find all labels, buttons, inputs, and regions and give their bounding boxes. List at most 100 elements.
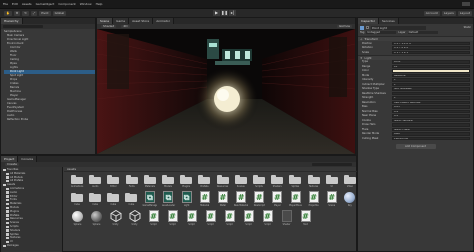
tab-hierarchy[interactable]: Hierarchy <box>1 18 23 24</box>
field-value[interactable]: Use Quality Settings <box>392 100 470 104</box>
pause-icon[interactable]: ❚❚ <box>221 10 228 16</box>
field-value[interactable]: X 1 Y 1 Z 1 <box>392 50 470 54</box>
menu-item[interactable]: GameObject <box>36 2 55 6</box>
scale-tool-icon[interactable]: ⤢ <box>30 10 38 16</box>
asset-item[interactable]: # PlayerMove <box>288 191 302 207</box>
field-value[interactable]: 0.2 <box>392 114 470 118</box>
2d-toggle[interactable]: 2D <box>121 24 130 29</box>
hand-tool-icon[interactable]: ✋ <box>4 10 12 16</box>
asset-item[interactable]: # Script <box>146 210 161 226</box>
layer-dropdown[interactable]: Default <box>407 30 438 35</box>
tab-inspector[interactable]: Inspector <box>358 18 379 24</box>
asset-item[interactable]: # Script <box>260 210 275 226</box>
menu-item[interactable]: Assets <box>22 2 32 6</box>
field-value[interactable]: 1 <box>392 78 470 82</box>
global-toggle[interactable]: Global <box>52 10 67 16</box>
asset-item[interactable]: Models <box>161 175 175 188</box>
asset-item[interactable]: Materials <box>143 175 157 188</box>
asset-item[interactable]: # Script <box>241 210 256 226</box>
step-icon[interactable]: ▸| <box>229 10 236 16</box>
scene-viewport[interactable] <box>97 29 355 154</box>
asset-item[interactable]: # NewScript <box>252 191 266 207</box>
asset-item[interactable]: Shader <box>279 210 294 226</box>
field-value[interactable]: Soft Shadows <box>392 87 470 91</box>
asset-item[interactable]: Editor <box>106 175 120 188</box>
field-value[interactable] <box>392 69 470 73</box>
layout-dropdown[interactable]: Layout <box>457 10 472 16</box>
active-checkbox[interactable] <box>366 26 369 29</box>
asset-item[interactable]: Cube <box>106 192 120 206</box>
asset-item[interactable]: UI <box>325 175 339 188</box>
asset-item[interactable]: Video <box>343 175 357 188</box>
rotate-tool-icon[interactable]: ↻ <box>22 10 29 16</box>
asset-item[interactable]: Audio <box>88 175 102 188</box>
asset-item[interactable]: # Text <box>298 210 313 226</box>
asset-item[interactable]: # Metal <box>216 191 230 207</box>
field-value[interactable]: 10 <box>392 64 470 68</box>
field-value[interactable]: Point <box>392 60 470 64</box>
asset-item[interactable]: # Script <box>165 210 180 226</box>
asset-item[interactable]: Sprites <box>288 175 302 188</box>
field-value[interactable]: Everything <box>392 136 470 140</box>
asset-item[interactable]: Cube <box>70 192 84 206</box>
asset-item[interactable]: Scripts <box>252 175 266 188</box>
asset-item[interactable]: # Script <box>203 210 218 226</box>
asset-item[interactable]: # New Material <box>234 191 248 207</box>
menu-item[interactable]: Edit <box>12 2 18 6</box>
asset-item[interactable]: Unity <box>108 209 123 226</box>
asset-item[interactable]: # Projectile <box>307 191 321 207</box>
asset-item[interactable]: # Player <box>270 191 284 207</box>
asset-item[interactable]: # Script <box>222 210 237 226</box>
field-value[interactable]: X 0 Y 0 Z 0 <box>392 46 470 50</box>
asset-item[interactable]: Sphere <box>70 210 85 226</box>
field-value[interactable]: Auto <box>392 132 470 136</box>
object-name-field[interactable]: Point Light <box>371 25 426 30</box>
tag-dropdown[interactable]: Untagged <box>366 30 397 35</box>
tab-animator[interactable]: Animator <box>153 18 174 24</box>
asset-item[interactable]: Resources <box>216 175 230 188</box>
asset-item[interactable]: Sky <box>343 191 357 207</box>
asset-item[interactable]: ⧉ LevelLoader <box>161 191 175 207</box>
asset-item[interactable]: ⧉ GameManager <box>142 191 157 207</box>
project-search-input[interactable] <box>312 163 352 166</box>
asset-item[interactable]: Animations <box>70 175 84 188</box>
asset-item[interactable]: Textures <box>306 175 320 188</box>
asset-item[interactable]: Scenes <box>234 175 248 188</box>
field-value[interactable]: 0.4 <box>392 109 470 113</box>
menu-item[interactable]: Component <box>58 2 75 6</box>
field-value[interactable]: None (Texture) <box>392 118 470 122</box>
gizmos-dropdown[interactable]: Gizmos <box>336 24 352 29</box>
asset-item[interactable]: Cube <box>124 192 138 206</box>
asset-item[interactable]: # Material <box>198 191 212 207</box>
tab-console[interactable]: Console <box>18 156 38 162</box>
menu-item[interactable]: Window <box>80 2 92 6</box>
field-value[interactable] <box>392 91 470 95</box>
layers-dropdown[interactable]: Layers <box>441 10 456 16</box>
menu-item[interactable]: File <box>3 2 8 6</box>
field-value[interactable]: None (Flare) <box>392 127 470 131</box>
asset-item[interactable]: Unity <box>127 209 142 226</box>
tab-services[interactable]: Services <box>379 18 399 24</box>
asset-item[interactable]: Shaders <box>270 175 284 188</box>
add-component-button[interactable]: Add Component <box>395 143 436 149</box>
asset-item[interactable]: # Scene <box>325 191 339 207</box>
static-toggle[interactable]: Static <box>464 26 471 29</box>
account-button[interactable]: Account <box>423 10 440 16</box>
create-dropdown[interactable]: Create <box>5 162 19 167</box>
hierarchy-item[interactable]: Reflection Probe <box>4 118 95 122</box>
menu-item[interactable]: Help <box>96 2 103 6</box>
play-icon[interactable]: ▶ <box>213 10 220 16</box>
field-value[interactable]: 1 <box>392 96 470 100</box>
asset-item[interactable]: # Script <box>184 210 199 226</box>
asset-item[interactable]: Sphere <box>89 210 104 226</box>
field-value[interactable]: X 0 Y 1.2 Z 4 <box>392 41 470 45</box>
field-value[interactable]: 1 <box>392 82 470 86</box>
pivot-toggle[interactable]: Pivot <box>39 10 51 16</box>
hierarchy-search-input[interactable] <box>3 25 43 28</box>
folder-tree-item[interactable]: Packages <box>3 244 60 248</box>
move-tool-icon[interactable]: ✥ <box>13 10 21 16</box>
asset-item[interactable]: Plugins <box>179 175 193 188</box>
field-value[interactable]: Realtime <box>392 73 470 77</box>
shading-mode-dropdown[interactable]: Shaded <box>101 24 117 29</box>
tab-asset-store[interactable]: Asset Store <box>129 18 154 24</box>
